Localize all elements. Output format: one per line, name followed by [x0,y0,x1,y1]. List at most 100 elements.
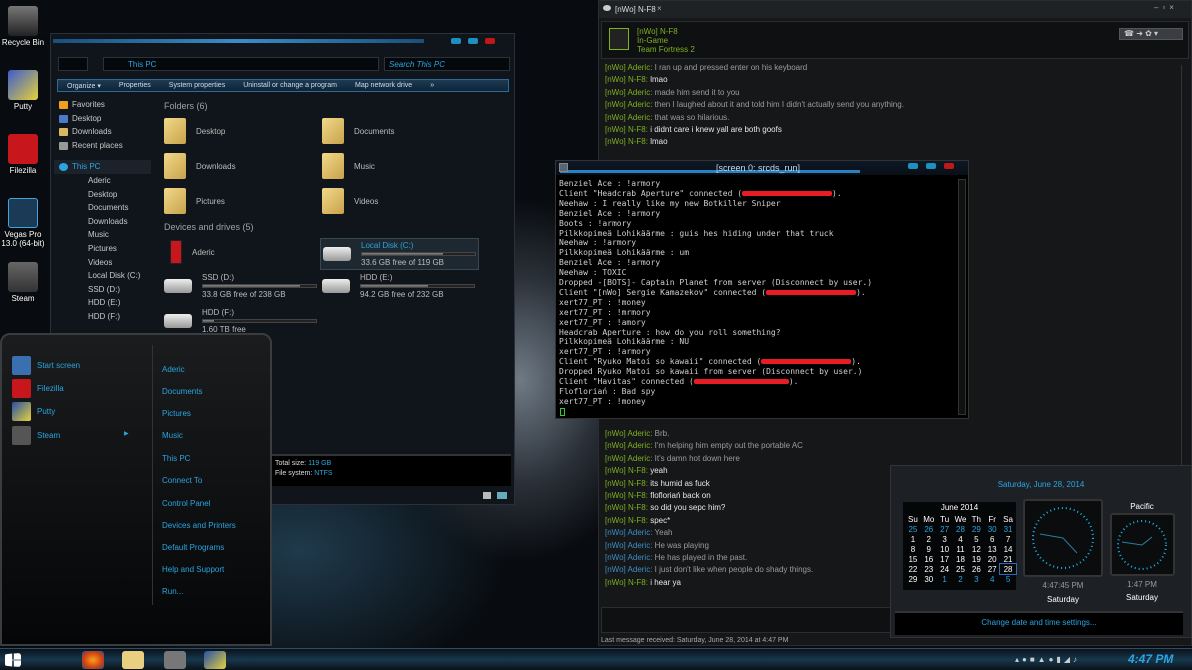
back-forward-buttons[interactable] [58,57,88,71]
calendar-day[interactable]: 21 [1000,554,1016,564]
desktop-icon-vegas[interactable]: Vegas Pro 13.0 (64-bit) [0,198,46,248]
calendar-day[interactable]: 22 [905,564,921,574]
calendar-day[interactable]: 5 [1000,574,1016,584]
start-link-documents[interactable]: Documents [162,387,202,396]
calendar-month[interactable]: June 2014 [903,502,1016,514]
calendar-day[interactable]: 8 [905,544,921,554]
friend-name[interactable]: [nWo] N-F8 [637,27,695,36]
start-item-filezilla[interactable]: Filezilla [12,379,64,398]
maximize-button[interactable] [468,38,478,44]
drive-f[interactable]: HDD (F:) 1.60 TB free [164,308,317,334]
start-link-music[interactable]: Music [162,431,183,440]
calendar-day[interactable]: 13 [984,544,1000,554]
calendar-day[interactable]: 9 [921,544,937,554]
folder-pictures[interactable]: Pictures [164,188,225,214]
steam-taskbar-button[interactable] [164,651,186,669]
nav-item[interactable]: Local Disk (C:) [54,269,151,283]
calendar-day[interactable]: 10 [937,544,953,554]
address-bar[interactable]: This PC [103,57,379,71]
minimize-button[interactable] [451,38,461,44]
nav-item[interactable]: Desktop [54,188,151,202]
folder-desktop[interactable]: Desktop [164,118,225,144]
calendar-day[interactable]: 11 [953,544,969,554]
system-properties-button[interactable]: System properties [160,82,234,89]
calendar-day[interactable]: 14 [1000,544,1016,554]
nav-item[interactable]: Documents [54,201,151,215]
drive-d[interactable]: SSD (D:) 33.8 GB free of 238 GB [164,273,317,299]
folder-documents[interactable]: Documents [322,118,394,144]
nav-item[interactable]: HDD (E:) [54,296,151,310]
change-date-time-settings-link[interactable]: Change date and time settings... [895,611,1183,635]
desktop-icon-filezilla[interactable]: Filezilla [0,134,46,175]
start-button[interactable] [5,653,21,667]
calendar-day[interactable]: 26 [968,564,984,574]
calendar-day[interactable]: 4 [953,534,969,544]
calendar-day[interactable]: 5 [968,534,984,544]
uninstall-button[interactable]: Uninstall or change a program [234,82,346,89]
calendar-day[interactable]: 18 [953,554,969,564]
close-button[interactable] [944,163,954,169]
drive-c[interactable]: Local Disk (C:) 33.6 GB free of 119 GB [320,238,479,270]
close-tab-icon[interactable]: × [657,4,662,13]
calendar-day[interactable]: 28 [999,563,1017,575]
minimize-button[interactable] [908,163,918,169]
start-item-start-screen[interactable]: Start screen [12,356,80,375]
nav-item[interactable]: Pictures [54,242,151,256]
calendar-day[interactable]: 23 [921,564,937,574]
nav-item[interactable]: Videos [54,256,151,270]
desktop-icon-putty[interactable]: Putty [0,70,46,111]
more-button[interactable]: » [421,82,443,89]
desktop-icon-steam[interactable]: Steam [0,262,46,303]
calendar-day[interactable]: 29 [905,574,921,584]
folder-videos[interactable]: Videos [322,188,378,214]
submenu-arrow-icon[interactable]: ▶ [124,430,129,437]
calendar-day[interactable]: 27 [937,524,953,534]
calendar-day[interactable]: 31 [1000,524,1016,534]
calendar-day[interactable]: 16 [921,554,937,564]
maximize-button[interactable] [926,163,936,169]
organize-button[interactable]: Organize ▾ [58,82,110,90]
calendar-day[interactable]: 12 [968,544,984,554]
nav-item[interactable]: SSD (D:) [54,283,151,297]
start-link-control-panel[interactable]: Control Panel [162,499,210,508]
chat-tab[interactable]: [nWo] N-F8 [615,5,656,14]
taskbar-clock[interactable]: 4:47 PM [1128,652,1173,666]
properties-button[interactable]: Properties [110,82,160,89]
start-link-run[interactable]: Run... [162,587,183,596]
calendar-day[interactable]: 1 [937,574,953,584]
start-link-pictures[interactable]: Pictures [162,409,191,418]
firefox-taskbar-button[interactable] [82,651,104,669]
start-item-steam[interactable]: Steam [12,426,60,445]
calendar-day[interactable]: 28 [953,524,969,534]
calendar-day[interactable]: 24 [937,564,953,574]
explorer-taskbar-button[interactable] [122,651,144,669]
start-link-connect-to[interactable]: Connect To [162,476,202,485]
calendar-day[interactable]: 2 [953,574,969,584]
calendar-day[interactable]: 6 [984,534,1000,544]
window-controls[interactable]: –▫× [1154,3,1178,12]
calendar-day[interactable]: 7 [1000,534,1016,544]
nav-item[interactable]: Desktop [54,112,151,126]
nav-item[interactable]: Downloads [54,215,151,229]
nav-favorites[interactable]: Favorites [54,98,151,112]
avatar[interactable] [609,28,629,50]
title-bar[interactable] [53,39,424,43]
calendar-day[interactable]: 3 [968,574,984,584]
device-aderic[interactable]: Aderic [170,240,215,264]
system-tray-icons[interactable]: ▴●■▲●▮◢♪ [1015,655,1115,665]
calendar-day[interactable]: 2 [921,534,937,544]
calendar-day[interactable]: 17 [937,554,953,564]
nav-item[interactable]: Music [54,228,151,242]
calendar-day[interactable]: 1 [905,534,921,544]
terminal-scrollbar[interactable] [958,179,966,415]
folder-music[interactable]: Music [322,153,375,179]
nav-item[interactable]: HDD (F:) [54,310,151,324]
large-icons-view-icon[interactable] [497,492,507,499]
desktop-icon-recycle-bin[interactable]: Recycle Bin [0,6,46,47]
search-input[interactable]: Search This PC [384,57,510,71]
start-link-this-pc[interactable]: This PC [162,454,190,463]
details-view-icon[interactable] [483,492,491,499]
start-link-help-support[interactable]: Help and Support [162,565,224,574]
calendar-day[interactable]: 26 [921,524,937,534]
calendar-day[interactable]: 30 [984,524,1000,534]
